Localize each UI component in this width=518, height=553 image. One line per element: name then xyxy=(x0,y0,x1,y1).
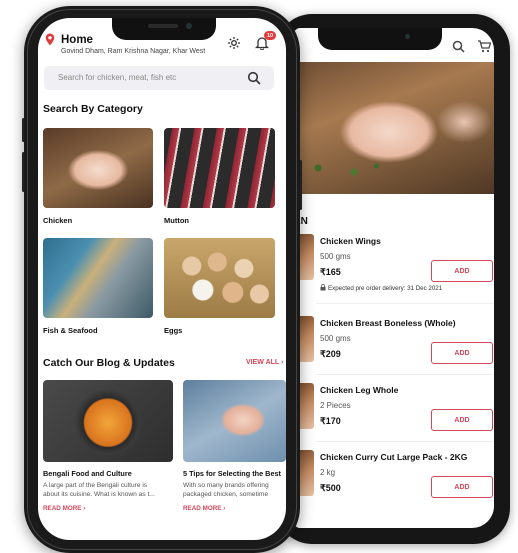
blog-title[interactable]: Bengali Food and Culture xyxy=(43,469,132,478)
chevron-right-icon: › xyxy=(281,359,284,366)
hero-herbs-decoration xyxy=(300,160,390,180)
search-icon[interactable] xyxy=(452,40,465,58)
front-phone-notch xyxy=(112,18,216,40)
blog-description-line: A large part of the Bengali culture is xyxy=(43,482,148,489)
product-item[interactable]: Chicken Breast Boneless (Whole) 500 gms … xyxy=(294,316,494,376)
back-phone-notch xyxy=(318,28,442,50)
front-camera xyxy=(186,23,192,29)
product-price: ₹500 xyxy=(320,483,341,493)
category-section-title: Search By Category xyxy=(43,103,143,115)
blog-title[interactable]: 5 Tips for Selecting the Best xyxy=(183,469,286,478)
read-more-label: READ MORE xyxy=(43,505,82,512)
category-label[interactable]: Mutton xyxy=(164,216,189,225)
read-more-link[interactable]: READ MORE › xyxy=(43,505,85,512)
product-quantity: 500 gms xyxy=(320,334,351,343)
notification-badge: 10 xyxy=(264,31,276,40)
delivery-address[interactable]: Govind Dham, Ram Krishna Nagar, Khar Wes… xyxy=(61,48,205,55)
product-quantity: 500 gms xyxy=(320,252,351,261)
chevron-right-icon: › xyxy=(83,505,86,512)
product-name: Chicken Wings xyxy=(320,236,381,246)
blog-description-line: packaged chicken, sometime xyxy=(183,491,269,498)
category-eggs-image[interactable] xyxy=(164,238,275,318)
product-price: ₹165 xyxy=(320,267,341,277)
divider xyxy=(316,303,494,304)
cart-icon[interactable] xyxy=(477,40,492,58)
product-name: Chicken Breast Boneless (Whole) xyxy=(320,318,456,328)
product-name: Chicken Curry Cut Large Pack - 2KG xyxy=(320,452,468,462)
product-price: ₹209 xyxy=(320,349,341,359)
add-to-cart-button[interactable]: ADD xyxy=(431,409,493,431)
speaker-grille xyxy=(148,24,178,28)
blog-description: A large part of the Bengali culture is ab… xyxy=(43,481,155,499)
blog-description-line: With so many brands offering xyxy=(183,482,269,489)
blog-image[interactable] xyxy=(183,380,286,462)
blog-description: With so many brands offering packaged chi… xyxy=(183,481,286,499)
delivery-note-text: Expected pre order delivery: 31 Dec 2021 xyxy=(328,285,443,292)
product-name: Chicken Leg Whole xyxy=(320,385,399,395)
view-all-link[interactable]: VIEW ALL › xyxy=(246,359,283,366)
search-placeholder: Search for chicken, meat, fish etc xyxy=(58,73,177,82)
search-icon[interactable] xyxy=(247,71,261,90)
blog-description-line: about its cuisine. What is known as t... xyxy=(43,491,155,498)
product-item[interactable]: Chicken Wings 500 gms ₹165 ADD Expected … xyxy=(294,234,494,304)
product-item[interactable]: Chicken Leg Whole 2 Pieces ₹170 ADD xyxy=(294,383,494,443)
product-item[interactable]: Chicken Curry Cut Large Pack - 2KG 2 kg … xyxy=(294,450,494,510)
divider xyxy=(316,374,494,375)
add-to-cart-button[interactable]: ADD xyxy=(431,260,493,282)
settings-icon[interactable] xyxy=(227,36,241,55)
category-mutton-image[interactable] xyxy=(164,128,275,208)
blog-image[interactable] xyxy=(43,380,173,462)
lock-icon xyxy=(320,284,326,291)
read-more-label: READ MORE xyxy=(183,505,222,512)
product-quantity: 2 Pieces xyxy=(320,401,351,410)
back-camera xyxy=(405,34,410,39)
read-more-link[interactable]: READ MORE › xyxy=(183,505,225,512)
category-label[interactable]: Chicken xyxy=(43,216,72,225)
category-label[interactable]: Fish & Seafood xyxy=(43,326,98,335)
view-all-label: VIEW ALL xyxy=(246,359,280,366)
page-title[interactable]: Home xyxy=(61,34,93,46)
delivery-note: Expected pre order delivery: 31 Dec 2021 xyxy=(320,284,442,292)
product-price: ₹170 xyxy=(320,416,341,426)
divider xyxy=(316,441,494,442)
blog-section-title: Catch Our Blog & Updates xyxy=(43,357,175,369)
category-label[interactable]: Eggs xyxy=(164,326,182,335)
product-quantity: 2 kg xyxy=(320,468,336,477)
add-to-cart-button[interactable]: ADD xyxy=(431,476,493,498)
category-fish-image[interactable] xyxy=(43,238,153,318)
category-chicken-image[interactable] xyxy=(43,128,153,208)
chevron-right-icon: › xyxy=(223,505,226,512)
add-to-cart-button[interactable]: ADD xyxy=(431,342,493,364)
location-pin-icon[interactable] xyxy=(45,33,55,51)
